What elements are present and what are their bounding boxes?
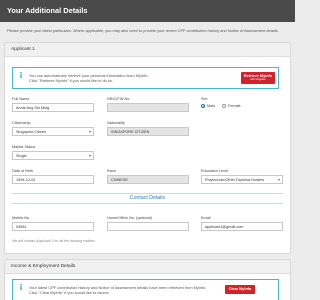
sex-female-label: Female bbox=[228, 104, 241, 108]
home-office-label: Home/Office No. (optional) bbox=[107, 216, 152, 220]
contact-divider-bottom bbox=[12, 203, 283, 204]
education-select[interactable]: Polytechnic/Other Diploma Holders bbox=[201, 175, 283, 184]
contact-note: We will contact Applicant 1 for all the … bbox=[12, 239, 96, 243]
sex-male-radio[interactable] bbox=[201, 104, 205, 108]
dob-input[interactable]: 1994-12-02 bbox=[12, 175, 94, 184]
citizenship-label: Citizenship bbox=[12, 121, 31, 125]
myinfo-banner: You can automatically retrieve your pers… bbox=[12, 67, 279, 89]
home-office-input[interactable] bbox=[107, 222, 189, 231]
page-header: Your Additional Details bbox=[0, 0, 295, 22]
contact-divider bbox=[12, 193, 283, 194]
marital-status-label: Marital Status bbox=[12, 145, 36, 149]
citizenship-select[interactable]: Singapore Citizen bbox=[12, 127, 94, 136]
dob-label: Date of Birth bbox=[12, 169, 34, 173]
applicant-panel-title: Applicant 1 bbox=[5, 43, 290, 57]
sex-label: Sex bbox=[201, 97, 208, 101]
nationality-input[interactable]: SINGAPORE CITIZEN bbox=[107, 127, 189, 136]
full-name-input[interactable]: Annie Ang Shi Ming bbox=[12, 103, 94, 112]
info-icon bbox=[20, 72, 22, 78]
income-panel-title: Income & Employment Details bbox=[5, 260, 290, 274]
mobile-label: Mobile No. bbox=[12, 216, 31, 220]
clear-myinfo-banner: Your latest CPF contribution history and… bbox=[12, 279, 279, 300]
nric-input[interactable] bbox=[107, 103, 189, 112]
nric-label: NRIC/FIN No. bbox=[107, 97, 131, 101]
myinfo-banner-line2: Click "Retrieve MyInfo" if you would lik… bbox=[29, 78, 114, 83]
marital-status-select[interactable]: Single bbox=[12, 151, 94, 160]
mobile-input[interactable]: 93581 bbox=[12, 222, 94, 231]
myinfo-banner-text: You can automatically retrieve your pers… bbox=[29, 73, 219, 83]
intro-text: Please provide your latest particulars. … bbox=[7, 28, 279, 33]
clear-myinfo-button[interactable]: Clear MyInfo bbox=[225, 285, 255, 294]
page-title: Your Additional Details bbox=[7, 6, 88, 15]
retrieve-myinfo-button[interactable]: Retrieve MyInfo with singpass bbox=[241, 72, 275, 84]
race-label: Race bbox=[107, 169, 116, 173]
income-panel: Income & Employment Details Your latest … bbox=[4, 259, 291, 300]
email-label: Email bbox=[201, 216, 211, 220]
sex-male-label: Male bbox=[207, 104, 216, 108]
nationality-label: Nationality bbox=[107, 121, 125, 125]
education-label: Education Level bbox=[201, 169, 229, 173]
singpass-label: with singpass bbox=[250, 78, 266, 81]
sex-female-radio[interactable] bbox=[222, 104, 226, 108]
clear-myinfo-banner-line2: Click "Clear MyInfo" if you would like t… bbox=[29, 290, 110, 295]
info-icon bbox=[20, 284, 22, 290]
full-name-label: Full Name bbox=[12, 97, 30, 101]
contact-details-title: Contact Details bbox=[129, 195, 166, 201]
applicant-panel: Applicant 1 You can automatically retrie… bbox=[4, 42, 291, 254]
clear-myinfo-banner-text: Your latest CPF contribution history and… bbox=[29, 285, 224, 295]
email-input[interactable]: applicant1@gmail.com bbox=[201, 222, 283, 231]
race-input[interactable]: CHINESE bbox=[107, 175, 189, 184]
